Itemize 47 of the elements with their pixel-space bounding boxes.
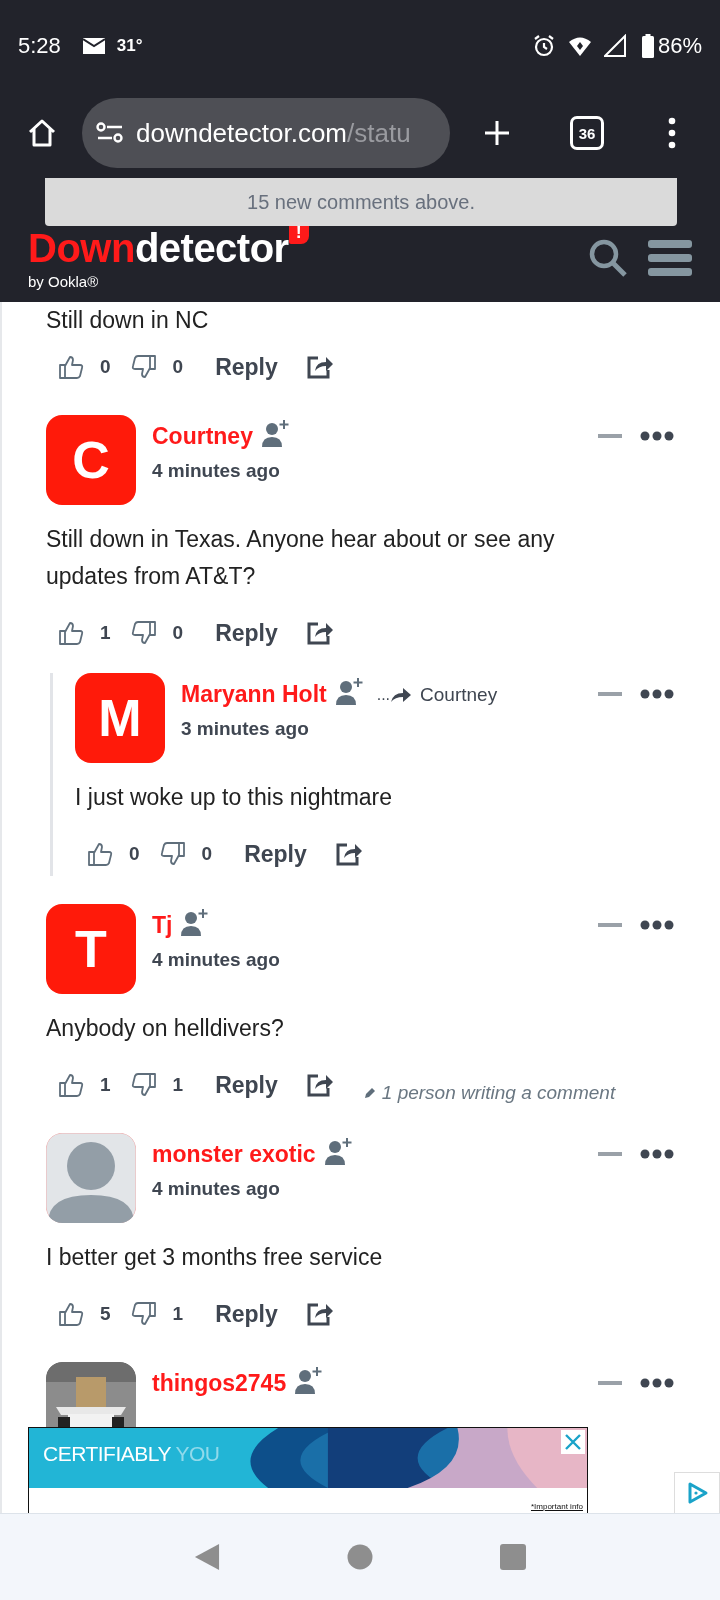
typing-indicator: 1 person writing a comment bbox=[363, 1082, 616, 1104]
byline: by Ookla® bbox=[28, 273, 100, 290]
comment-time: 4 minutes ago bbox=[152, 1178, 281, 1200]
comment-text: Still down in NC bbox=[46, 306, 210, 335]
comment-text: I just woke up to this nightmare bbox=[75, 783, 394, 812]
author-name[interactable]: monster exotic bbox=[152, 1141, 316, 1168]
author-name[interactable]: Maryann Holt bbox=[181, 681, 327, 708]
author-name[interactable]: thingos2745 bbox=[152, 1370, 287, 1397]
temperature: 31° bbox=[116, 36, 143, 56]
reply-button[interactable]: Reply bbox=[215, 1300, 278, 1328]
reply-to-name[interactable]: Courtney bbox=[420, 683, 498, 706]
like-count: 0 bbox=[129, 843, 140, 865]
avatar[interactable]: M bbox=[75, 673, 165, 763]
dislike-count: 1 bbox=[172, 1303, 184, 1325]
avatar[interactable]: T bbox=[46, 904, 136, 994]
dislike-count: 0 bbox=[172, 622, 184, 644]
comment-time: 3 minutes ago bbox=[181, 718, 310, 740]
important-info-link[interactable]: *Important info bbox=[530, 1502, 583, 1511]
comment-text: Still down in Texas. Anyone hear about or see any updates from AT&T? bbox=[46, 525, 556, 591]
battery-percent: 86% bbox=[657, 33, 702, 59]
comment-text: Anybody on helldivers? bbox=[46, 1014, 285, 1043]
reply-button[interactable]: Reply bbox=[215, 1071, 278, 1099]
status-time: 5:28 bbox=[18, 33, 61, 59]
comment-time: 4 minutes ago bbox=[152, 460, 281, 482]
comment-text: I better get 3 months free service bbox=[46, 1243, 384, 1272]
url-text: downdetector.com/statu bbox=[136, 117, 411, 149]
like-count: 1 bbox=[100, 1074, 111, 1096]
like-count: 1 bbox=[100, 622, 111, 644]
ad-headline: CERTIFIABLY YOU bbox=[43, 1442, 220, 1466]
author-name[interactable]: Tj bbox=[152, 912, 173, 939]
author-name[interactable]: Courtney bbox=[152, 423, 253, 450]
like-count: 5 bbox=[100, 1303, 111, 1325]
new-comments-banner[interactable]: 15 new comments above. bbox=[45, 178, 677, 226]
dislike-count: 0 bbox=[201, 843, 213, 865]
avatar[interactable]: C bbox=[46, 415, 136, 505]
advertisement-banner[interactable]: CERTIFIABLY YOU *Important info bbox=[28, 1427, 588, 1513]
reply-button[interactable]: Reply bbox=[244, 840, 307, 868]
dislike-count: 1 bbox=[172, 1074, 184, 1096]
dislike-count: 0 bbox=[172, 356, 184, 378]
tab-count-button[interactable]: 36 bbox=[570, 116, 604, 150]
ellipsis: ... bbox=[376, 685, 391, 704]
like-count: 0 bbox=[100, 356, 111, 378]
site-logo[interactable]: Downdetector bbox=[28, 226, 289, 271]
reply-button[interactable]: Reply bbox=[215, 353, 278, 381]
address-bar[interactable]: downdetector.com/statu bbox=[82, 98, 450, 168]
reply-button[interactable]: Reply bbox=[215, 619, 278, 647]
comment-time: 4 minutes ago bbox=[152, 949, 281, 971]
